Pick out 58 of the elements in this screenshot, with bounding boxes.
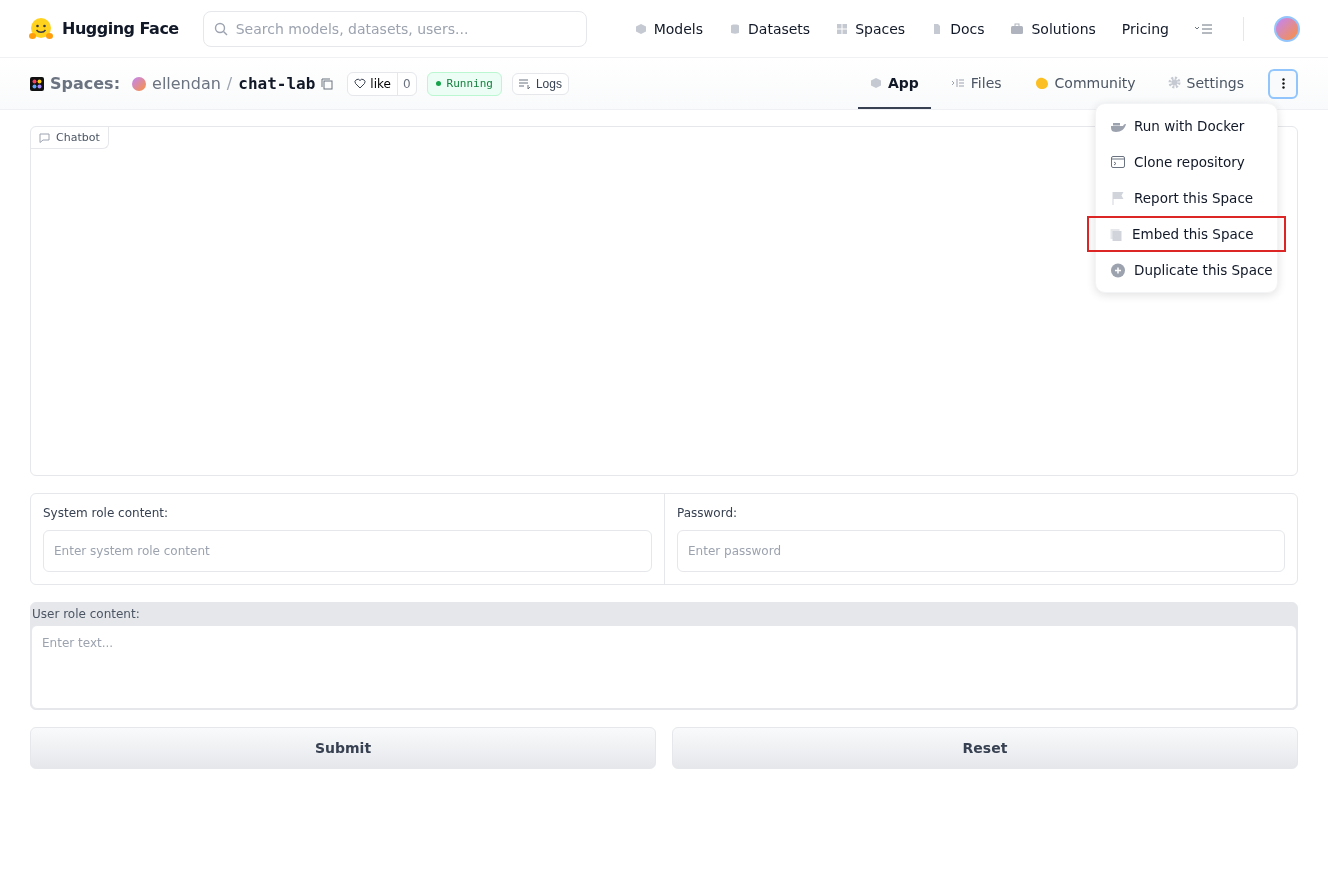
brand-name[interactable]: Hugging Face xyxy=(62,19,179,38)
tab[interactable]: App xyxy=(857,58,931,109)
like-count: 0 xyxy=(396,72,416,95)
spaces-logo-icon xyxy=(30,76,44,91)
cube-icon xyxy=(634,22,647,35)
grid-icon xyxy=(836,22,849,35)
avatar[interactable] xyxy=(1274,15,1300,42)
nav-link[interactable]: Docs xyxy=(931,20,985,37)
text-area[interactable]: Enter text... xyxy=(31,625,1297,709)
nav-link[interactable]: Solutions xyxy=(1010,20,1096,37)
more-options-button[interactable] xyxy=(1268,68,1298,99)
kebab-icon xyxy=(1281,78,1285,89)
terminal-icon xyxy=(1110,156,1126,168)
copy-icon[interactable] xyxy=(321,77,334,90)
cube-icon xyxy=(869,76,882,89)
menu-item[interactable]: Clone repository xyxy=(1096,144,1277,180)
nav-link[interactable]: Models xyxy=(634,20,704,37)
files-icon xyxy=(950,76,965,89)
whale-icon xyxy=(1110,120,1126,132)
menu-item[interactable]: Embed this Space xyxy=(1087,216,1286,252)
menu-item[interactable]: Report this Space xyxy=(1096,180,1277,216)
nav-link[interactable]: Datasets xyxy=(729,20,811,37)
like-button[interactable]: like xyxy=(348,72,397,95)
menu-item[interactable]: Duplicate this Space xyxy=(1096,252,1277,288)
chat-icon xyxy=(39,132,50,143)
owner-link[interactable]: ellendan xyxy=(152,74,221,93)
briefcase-icon xyxy=(1010,22,1025,35)
chatbot-label: Chatbot xyxy=(31,127,109,149)
heart-icon xyxy=(354,78,367,89)
field-label: User role content: xyxy=(31,606,141,623)
section-label[interactable]: Spaces: xyxy=(50,74,121,93)
nav-link[interactable]: Spaces xyxy=(836,20,906,37)
owner-avatar xyxy=(132,76,147,91)
tab[interactable]: Community xyxy=(1021,58,1148,109)
smiley-logo-icon xyxy=(28,16,54,41)
list-icon xyxy=(518,78,531,89)
field-label: System role content: xyxy=(43,506,170,520)
space-name[interactable]: chat-lab xyxy=(238,74,316,93)
search-icon xyxy=(213,21,228,36)
field-label: Password: xyxy=(677,506,739,520)
search-field[interactable]: Search models, datasets, users... xyxy=(202,10,587,47)
nav-link[interactable]: Pricing xyxy=(1121,20,1169,37)
action-button[interactable]: Reset xyxy=(672,727,1298,769)
path-separator: / xyxy=(226,74,233,93)
gear-icon xyxy=(1167,76,1181,89)
status-badge: Running xyxy=(426,71,502,96)
tab[interactable]: Settings xyxy=(1155,58,1256,109)
tab[interactable]: Files xyxy=(938,58,1014,109)
pages-icon xyxy=(1108,227,1124,241)
input-field[interactable]: Enter system role content xyxy=(43,530,652,572)
plus-circle-icon xyxy=(1110,262,1126,278)
action-button[interactable]: Submit xyxy=(30,727,656,769)
input-field[interactable]: Enter password xyxy=(677,530,1285,572)
menu-icon[interactable] xyxy=(1195,23,1213,34)
flag-icon xyxy=(1110,191,1126,205)
database-icon xyxy=(729,22,742,35)
logs-button[interactable]: Logs xyxy=(511,72,569,95)
menu-item[interactable]: Run with Docker xyxy=(1096,108,1277,144)
